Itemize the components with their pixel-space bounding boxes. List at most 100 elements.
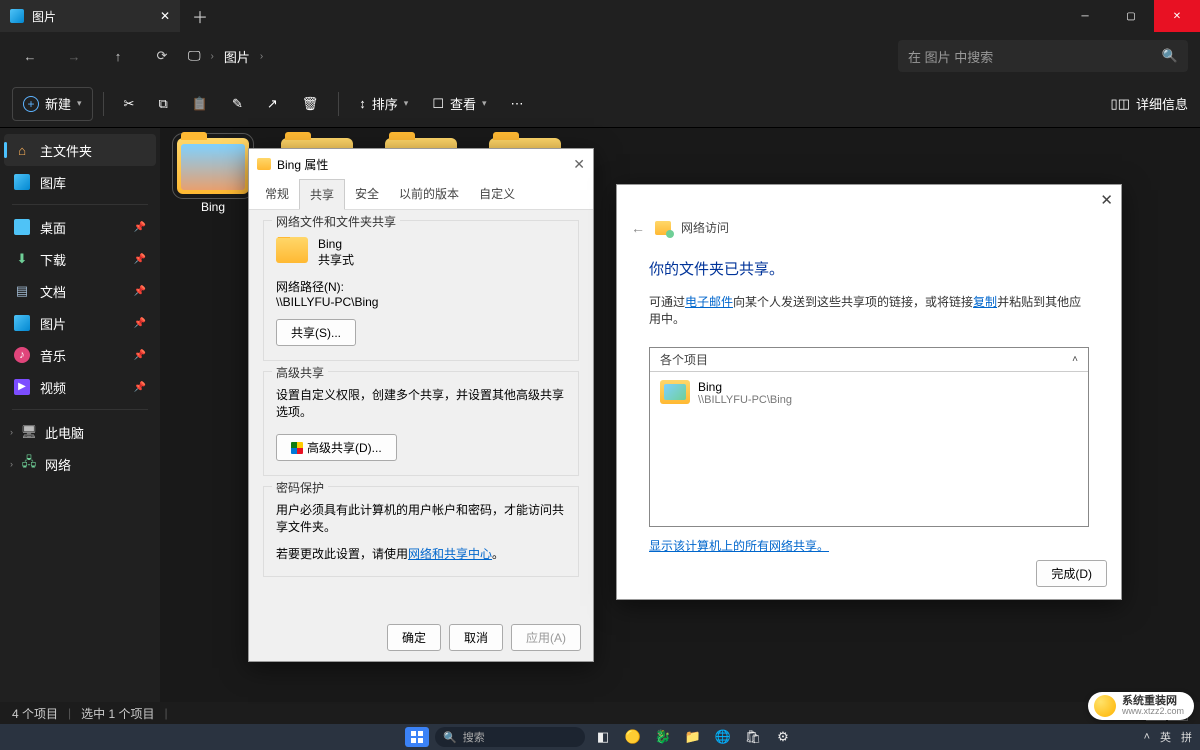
sidebar-item-downloads[interactable]: ⬇下载📌 — [4, 243, 156, 275]
taskbar-edge[interactable]: 🌐 — [711, 727, 735, 747]
tab-security[interactable]: 安全 — [345, 179, 389, 209]
list-item[interactable]: Bing \\BILLYFU-PC\Bing — [650, 372, 1088, 414]
tray-chevron-icon[interactable]: ˄ — [1144, 731, 1150, 743]
taskbar-app[interactable]: 🟡 — [621, 727, 645, 747]
cut-button[interactable]: ✂ — [114, 87, 145, 121]
delete-button[interactable]: 🗑 — [292, 87, 329, 121]
network-center-link[interactable]: 网络和共享中心 — [408, 547, 492, 561]
minimize-button[interactable]: ─ — [1062, 0, 1108, 32]
new-tab-button[interactable]: ＋ — [180, 4, 220, 28]
sidebar-item-gallery[interactable]: 图库 — [4, 166, 156, 198]
view-button[interactable]: ☐ 查看 ▾ — [422, 87, 496, 121]
sidebar-item-desktop[interactable]: 桌面📌 — [4, 211, 156, 243]
more-button[interactable]: ⋯ — [501, 87, 534, 121]
search-placeholder: 在 图片 中搜索 — [908, 47, 993, 66]
close-button[interactable]: ✕ — [1154, 0, 1200, 32]
rename-button[interactable]: ✎ — [222, 87, 253, 121]
done-button[interactable]: 完成(D) — [1036, 560, 1107, 587]
close-icon[interactable]: ✕ — [573, 156, 585, 173]
list-item-text: Bing \\BILLYFU-PC\Bing — [698, 380, 792, 406]
taskbar-search[interactable]: 🔍搜索 — [435, 727, 585, 747]
apply-button[interactable]: 应用(A) — [511, 624, 581, 651]
close-tab-icon[interactable]: ✕ — [160, 9, 170, 23]
tab-bar: 常规 共享 安全 以前的版本 自定义 — [249, 179, 593, 210]
sidebar-item-pictures[interactable]: 图片📌 — [4, 307, 156, 339]
cancel-button[interactable]: 取消 — [449, 624, 503, 651]
details-pane-button[interactable]: ▯◫ 详细信息 — [1111, 94, 1188, 113]
forward-button[interactable]: → — [56, 38, 92, 74]
desktop-icon — [14, 219, 30, 235]
sidebar-item-pc[interactable]: ›🖥此电脑 — [4, 416, 156, 448]
sidebar-item-documents[interactable]: ▤文档📌 — [4, 275, 156, 307]
group-advanced-sharing: 高级共享 设置自定义权限，创建多个共享，并设置其他高级共享选项。 高级共享(D)… — [263, 371, 579, 476]
email-link[interactable]: 电子邮件 — [685, 295, 733, 309]
paste-button[interactable]: 📋 — [182, 87, 218, 121]
task-view-button[interactable]: ◧ — [591, 727, 615, 747]
back-button[interactable]: ← — [12, 38, 48, 74]
selected-count: 选中 1 个项目 — [81, 705, 154, 722]
shield-icon — [291, 442, 303, 454]
dialog-body: 你的文件夹已共享。 可通过电子邮件向某个人发送到这些共享项的链接，或将链接复制并… — [617, 244, 1121, 568]
taskbar-explorer[interactable]: 📁 — [681, 727, 705, 747]
explorer-tab[interactable]: 图片 ✕ — [0, 0, 180, 32]
new-button[interactable]: + 新建 ▾ — [12, 87, 93, 121]
breadcrumb-item[interactable]: 图片 — [224, 47, 250, 66]
tab-sharing[interactable]: 共享 — [299, 179, 345, 210]
sidebar-item-home[interactable]: ⌂ 主文件夹 — [4, 134, 156, 166]
dialog-titlebar[interactable]: Bing 属性 ✕ — [249, 149, 593, 179]
dialog-body: 网络文件和文件夹共享 Bing 共享式 网络路径(N): \\BILLYFU-P… — [249, 210, 593, 597]
sidebar-item-label: 音乐 — [40, 346, 66, 365]
dialog-titlebar[interactable]: ✕ — [617, 185, 1121, 215]
start-button[interactable] — [405, 727, 429, 747]
sidebar-item-label: 视频 — [40, 378, 66, 397]
breadcrumb[interactable]: 🖵 › 图片 › — [188, 47, 263, 66]
clipboard-icon: 📋 — [192, 96, 208, 112]
sidebar-item-label: 此电脑 — [45, 423, 84, 442]
advanced-sharing-button[interactable]: 高级共享(D)... — [276, 434, 397, 461]
copy-button[interactable]: ⧉ — [148, 87, 177, 121]
search-label: 搜索 — [463, 729, 485, 745]
navigation-pane: ⌂主文件夹 图库 桌面📌 ⬇下载📌 ▤文档📌 图片📌 ♪音乐📌 ▶视频📌 ›🖥此… — [0, 128, 160, 706]
tab-customize[interactable]: 自定义 — [469, 179, 525, 209]
dialog-title: Bing 属性 — [277, 156, 328, 173]
list-header[interactable]: 各个项目 ˄ — [650, 348, 1088, 372]
status-bar: 4 个项目 | 选中 1 个项目 | ≡ ▦ — [0, 702, 1200, 724]
tab-general[interactable]: 常规 — [255, 179, 299, 209]
maximize-button[interactable]: ▢ — [1108, 0, 1154, 32]
close-icon[interactable]: ✕ — [1100, 191, 1113, 209]
share-button[interactable]: 共享(S)... — [276, 319, 356, 346]
pin-icon: 📌 — [134, 350, 146, 361]
sort-button[interactable]: ↕ 排序 ▾ — [349, 87, 418, 121]
sidebar-item-network[interactable]: ›🖧网络 — [4, 448, 156, 480]
search-input[interactable]: 在 图片 中搜索 🔍 — [898, 40, 1188, 72]
sidebar-item-music[interactable]: ♪音乐📌 — [4, 339, 156, 371]
show-all-shares-link[interactable]: 显示该计算机上的所有网络共享。 — [649, 537, 829, 554]
share-success-heading: 你的文件夹已共享。 — [649, 258, 1089, 279]
share-button[interactable]: ↗ — [257, 87, 288, 121]
divider — [12, 204, 148, 205]
system-tray[interactable]: ˄ 英 拼 — [1144, 729, 1192, 745]
taskbar-app[interactable]: 🐉 — [651, 727, 675, 747]
monitor-icon: 🖵 — [188, 48, 201, 64]
trash-icon: 🗑 — [302, 96, 319, 112]
sidebar-item-videos[interactable]: ▶视频📌 — [4, 371, 156, 403]
home-icon: ⌂ — [14, 142, 30, 158]
ok-button[interactable]: 确定 — [387, 624, 441, 651]
taskbar-store[interactable]: 🛍 — [741, 727, 765, 747]
properties-dialog: Bing 属性 ✕ 常规 共享 安全 以前的版本 自定义 网络文件和文件夹共享 … — [248, 148, 594, 662]
ime-indicator[interactable]: 拼 — [1181, 729, 1192, 745]
pin-icon: 📌 — [134, 222, 146, 233]
sidebar-item-label: 下载 — [40, 250, 66, 269]
folder-item-bing[interactable]: Bing — [170, 138, 256, 214]
refresh-button[interactable]: ⟳ — [144, 38, 180, 74]
sidebar-item-label: 主文件夹 — [40, 141, 92, 160]
taskbar-settings[interactable]: ⚙ — [771, 727, 795, 747]
copy-link[interactable]: 复制 — [973, 295, 997, 309]
ime-indicator[interactable]: 英 — [1160, 729, 1171, 745]
chevron-down-icon: ▾ — [404, 98, 409, 109]
group-network-sharing: 网络文件和文件夹共享 Bing 共享式 网络路径(N): \\BILLYFU-P… — [263, 220, 579, 361]
up-button[interactable]: ↑ — [100, 38, 136, 74]
network-icon: 🖧 — [21, 456, 37, 472]
back-icon[interactable]: ← — [631, 220, 645, 236]
tab-previous-versions[interactable]: 以前的版本 — [389, 179, 469, 209]
